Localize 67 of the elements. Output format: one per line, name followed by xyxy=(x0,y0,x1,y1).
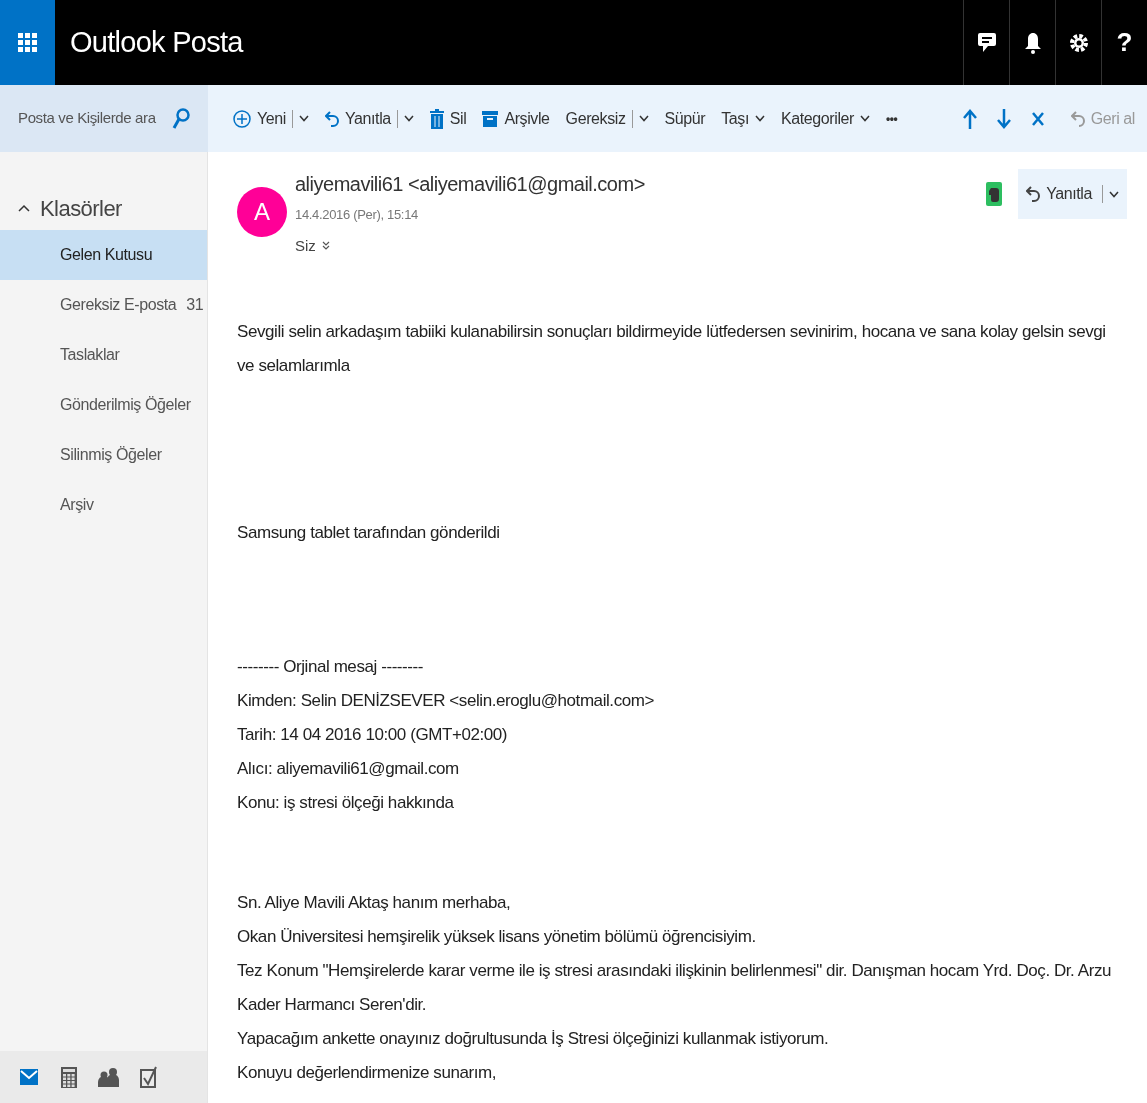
toolbar-button[interactable]: Arşivle xyxy=(482,106,550,131)
toolbar-button[interactable]: Yanıtla xyxy=(324,106,414,131)
plus-circle-icon xyxy=(233,109,251,128)
archive-box-icon xyxy=(482,109,499,128)
body-text: Sn. Aliye Mavili Aktaş hanım merhaba, xyxy=(237,892,512,914)
search-field[interactable]: Posta ve Kişilerde ara xyxy=(18,107,172,130)
module-button[interactable] xyxy=(138,1065,160,1089)
search-icon xyxy=(172,107,190,130)
people-icon xyxy=(98,1067,120,1087)
chevron-down-icon xyxy=(298,115,309,122)
mail-icon xyxy=(20,1069,38,1085)
body-text: Alıcı: aliyemavili61@gmail.com xyxy=(237,758,460,780)
folder-item[interactable]: Gönderilmiş Öğeler xyxy=(0,380,207,430)
reply-icon xyxy=(1026,185,1041,203)
body-text: Tarih: 14 04 2016 10:00 (GMT+02:00) xyxy=(237,724,509,746)
toolbar-button[interactable]: Kategoriler xyxy=(781,106,870,131)
down-arrow-icon xyxy=(996,108,1011,129)
toolbar-button[interactable]: Sil xyxy=(429,106,467,131)
grid-icon xyxy=(18,33,37,52)
recipients-toggle[interactable]: Siz xyxy=(295,234,330,257)
toolbar-button[interactable]: Süpür xyxy=(664,106,706,131)
body-text: Kimden: Selin DENİZSEVER <selin.eroglu@hotmail.com> xyxy=(237,690,655,712)
reply-button[interactable]: Yanıtla xyxy=(1018,169,1127,219)
calendar-icon xyxy=(61,1066,77,1088)
module-button[interactable] xyxy=(58,1065,80,1089)
folder-item[interactable]: Arşiv xyxy=(0,480,207,530)
body-text: Sevgili selin arkadaşım tabiiki kulanabilirsin sonuçları bildirmeyide lütfedersen sevinirim, hocana ve sana kolay gelsin sevgi ve selamlarımla xyxy=(237,321,1107,377)
speech-bubble-icon xyxy=(977,31,996,54)
up-arrow-icon xyxy=(962,108,977,129)
chevron-down-icon xyxy=(860,115,870,122)
sender-name: aliyemavili61 <aliyemavili61@gmail.com> xyxy=(295,172,645,197)
body-text: Konuyu değerlendirmenize sunarım, xyxy=(237,1062,498,1084)
double-chevron-icon xyxy=(321,240,330,251)
chevron-down-icon xyxy=(403,115,414,122)
body-text: Samsung tablet tarafından gönderildi xyxy=(237,522,501,544)
trash-icon xyxy=(429,108,444,129)
more-button[interactable]: ••• xyxy=(886,109,898,128)
reply-icon xyxy=(324,109,339,128)
bell-icon xyxy=(1024,31,1041,54)
chevron-down-icon xyxy=(755,115,765,122)
undo-icon xyxy=(1070,109,1085,128)
app-launcher-button[interactable] xyxy=(0,0,55,85)
search-box[interactable]: Posta ve Kişilerde ara xyxy=(0,85,208,152)
checkbox-icon xyxy=(140,1066,158,1088)
chevron-down-icon xyxy=(638,115,649,122)
app-title: Outlook Posta xyxy=(70,24,243,60)
module-button[interactable] xyxy=(98,1065,120,1089)
folder-item[interactable]: Gereksiz E-posta 31 xyxy=(0,280,207,330)
toolbar-button[interactable]: Yeni xyxy=(233,106,309,131)
folders-toggle[interactable]: Klasörler xyxy=(0,192,207,224)
toolbar-button[interactable]: Taşı xyxy=(721,106,765,131)
note-app-button[interactable] xyxy=(986,182,1003,206)
settings-icon xyxy=(1068,32,1089,53)
body-text: Konu: iş stresi ölçeği hakkında xyxy=(237,792,455,814)
folder-item[interactable]: Silinmiş Öğeler xyxy=(0,430,207,480)
body-text: Tez Konum "Hemşirelerde karar verme ile iş stresi arasındaki ilişkinin belirlenmesi" dir. Danışman hocam Yrd. Doç. Dr. Arzu Kader Harmancı Seren'dir. xyxy=(237,960,1113,1016)
body-text: Yapacağım ankette onayınız doğrultusunda İş Stresi ölçeğinizi kullanmak istiyorum. xyxy=(237,1028,830,1050)
down-arrow-button[interactable] xyxy=(996,108,1011,129)
folder-item[interactable]: Taslaklar xyxy=(0,330,207,380)
body-text: Okan Üniversitesi hemşirelik yüksek lisans yönetim bölümü öğrencisiyim. xyxy=(237,926,757,948)
chevron-down-icon xyxy=(1109,190,1119,198)
toolbar-button[interactable]: Gereksiz xyxy=(565,106,649,131)
folder-item[interactable]: Gelen Kutusu xyxy=(0,230,207,280)
body-text: -------- Orjinal mesaj -------- xyxy=(237,656,425,678)
avatar: A xyxy=(237,187,287,237)
message-date: 14.4.2016 (Per), 15:14 xyxy=(295,206,419,224)
up-arrow-button[interactable] xyxy=(962,108,977,129)
